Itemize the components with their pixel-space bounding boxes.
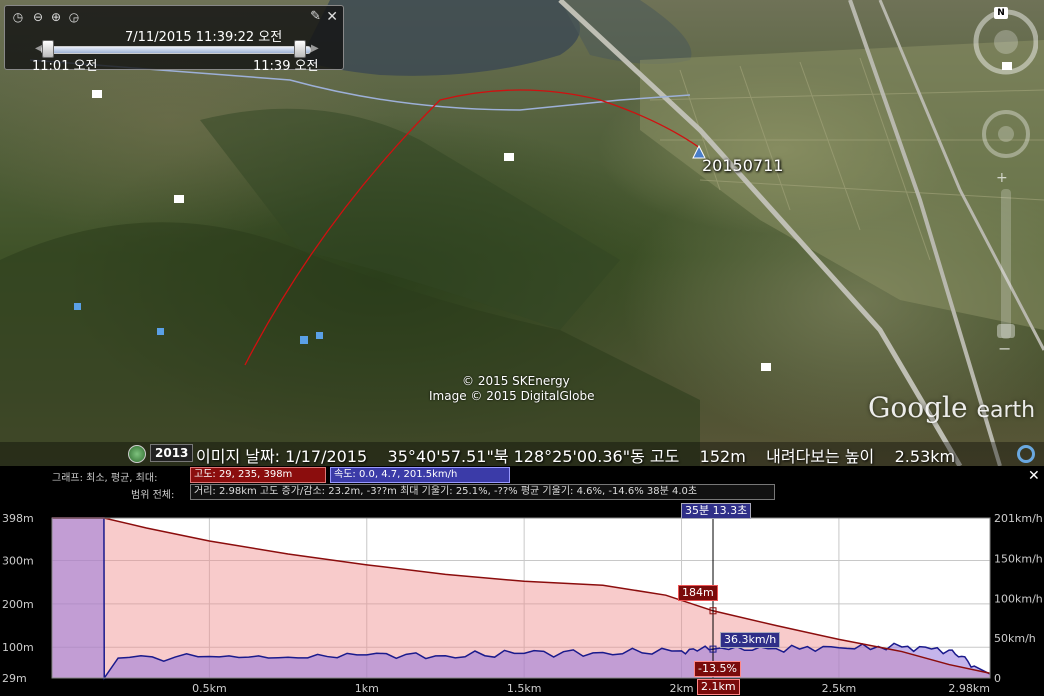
navigation-controls[interactable]: + − N	[958, 4, 1039, 364]
elevation-profile-chart[interactable]: 0.5km 1km 1.5km 2km 2.5km 2.98km 398m 300m 200m 1…	[0, 506, 1044, 696]
earth-map-view[interactable]: 20150711 © 2015 SKEnergy Image © 2015 Di…	[0, 0, 1044, 466]
svg-text:+: +	[996, 170, 1008, 186]
x-tick-label: 1.5km	[507, 682, 542, 695]
copyright-skenergy: © 2015 SKEnergy	[462, 374, 570, 388]
streaming-indicator-icon	[1017, 445, 1035, 463]
timeline-track[interactable]	[41, 46, 311, 54]
graph-stats-label: 그래프: 최소, 평균, 최대:	[52, 473, 158, 484]
x-tick-label: 2.98km	[948, 682, 990, 695]
close-timeline-icon[interactable]: ✕	[326, 9, 338, 25]
zoom-slider	[1001, 189, 1011, 339]
timeline-forward-arrow[interactable]: ▶	[311, 43, 319, 54]
look-joystick	[994, 30, 1018, 54]
y-left-tick-label: 300m	[2, 554, 34, 567]
range-label: 범위 전체:	[131, 490, 175, 501]
zoom-out-time-icon[interactable]: ⊖	[31, 10, 45, 24]
clock-icon[interactable]: ◷	[11, 10, 25, 24]
zoom-in-time-icon[interactable]: ⊕	[49, 10, 63, 24]
timeline-end-label: 11:39 오전	[253, 59, 319, 74]
cursor-elevation-tag: 184m	[678, 585, 718, 601]
y-left-tick-label: 398m	[2, 512, 34, 525]
historical-imagery-clock-icon[interactable]	[128, 445, 146, 463]
y-right-tick-label: 50km/h	[994, 632, 1036, 645]
x-tick-label: 2km	[669, 682, 693, 695]
y-left-tick-label: 29m	[2, 672, 27, 685]
north-button[interactable]: N	[994, 7, 1008, 19]
y-right-tick-label: 100km/h	[994, 592, 1043, 605]
timeline-control[interactable]: ◷ ⊖ ⊕ ◶ ✎ ✕ 7/11/2015 11:39:22 오전 ◀ ▶ 11…	[4, 5, 344, 74]
x-tick-label: 1km	[355, 682, 379, 695]
move-joystick	[998, 126, 1014, 142]
x-tick-label: 0.5km	[192, 682, 227, 695]
wrench-icon[interactable]: ✎	[310, 9, 321, 24]
elevation-profile-panel[interactable]: 그래프: 최소, 평균, 최대: 고도: 29, 235, 398m 속도: 0…	[0, 466, 1044, 696]
status-bar: 2013 이미지 날짜: 1/17/2015 35°40'57.51"북 128…	[0, 442, 1044, 466]
y-right-tick-label: 201km/h	[994, 512, 1043, 525]
cursor-speed-tag: 36.3km/h	[720, 632, 781, 648]
track-label: 20150711	[702, 156, 784, 175]
range-stats-box: 거리: 2.98km 고도 증가/감소: 23.2m, -3??m 최대 기울기…	[190, 484, 775, 500]
close-profile-icon[interactable]: ✕	[1028, 468, 1040, 484]
svg-text:−: −	[998, 339, 1011, 358]
y-left-tick-label: 100m	[2, 641, 34, 654]
imagery-year-badge[interactable]: 2013	[150, 444, 194, 462]
google-earth-logo: Google earth	[868, 391, 1036, 424]
speed-stats-box[interactable]: 속도: 0.0, 4.7, 201.5km/h	[330, 467, 510, 483]
timeline-current-time: 7/11/2015 11:39:22 오전	[125, 30, 283, 45]
cursor-slope-tag: -13.5%	[694, 661, 741, 677]
cursor-time-tag: 35분 13.3초	[681, 503, 752, 519]
zoom-thumb	[997, 324, 1015, 338]
timeline-start-label: 11:01 오전	[32, 59, 98, 74]
y-right-tick-label: 150km/h	[994, 553, 1043, 566]
status-text: 이미지 날짜: 1/17/2015 35°40'57.51"북 128°25'0…	[196, 447, 956, 466]
elevation-stats-box[interactable]: 고도: 29, 235, 398m	[190, 467, 326, 483]
x-tick-label: 2.5km	[822, 682, 857, 695]
copyright-digitalglobe: Image © 2015 DigitalGlobe	[429, 389, 595, 403]
cursor-distance-tag: 2.1km	[697, 679, 740, 695]
play-icon[interactable]: ◶	[67, 10, 81, 24]
y-right-tick-label: 0	[994, 672, 1001, 685]
y-left-tick-label: 200m	[2, 598, 34, 611]
